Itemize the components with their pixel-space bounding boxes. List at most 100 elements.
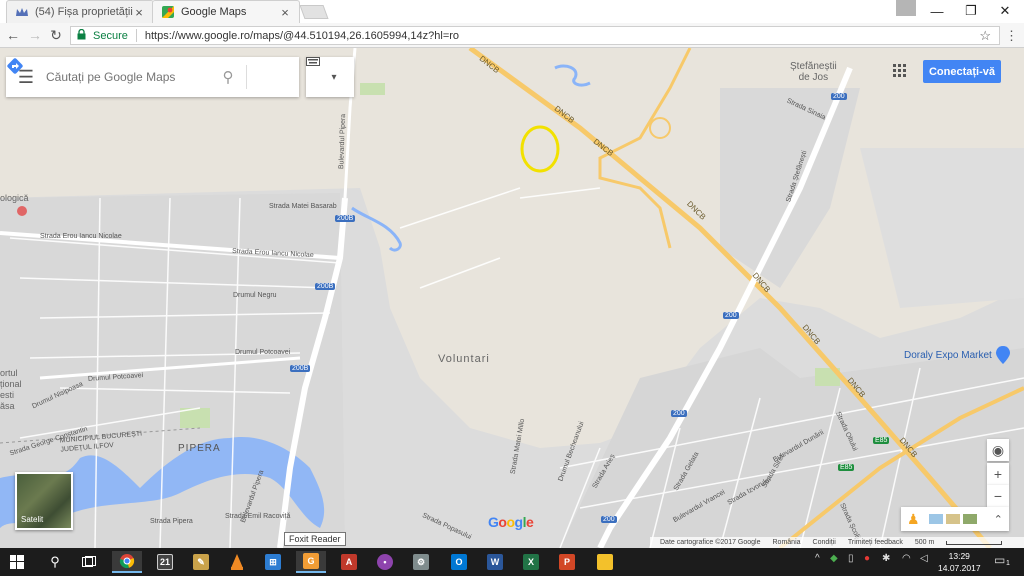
feedback-link[interactable]: Trimiteți feedback xyxy=(848,539,903,546)
app-wrench-icon[interactable]: ⚙ xyxy=(406,551,436,573)
terms-link[interactable]: Condiții xyxy=(813,539,836,546)
pegman-icon[interactable]: ♟ xyxy=(907,511,920,528)
apps-grid-icon[interactable] xyxy=(893,64,909,80)
route-shield-200: 200 xyxy=(671,410,687,417)
restore-icon: ❐ xyxy=(965,3,977,18)
excel-icon[interactable]: X xyxy=(516,551,546,573)
restore-button[interactable]: ❐ xyxy=(954,0,988,22)
wifi-icon[interactable]: ◠ xyxy=(902,553,911,564)
layer-thumb-icon[interactable] xyxy=(962,514,977,524)
search-icon[interactable]: ⚲ xyxy=(216,68,240,86)
reload-button[interactable]: ↻ xyxy=(48,27,64,43)
vlc-icon[interactable] xyxy=(222,551,252,573)
store-icon[interactable]: ⊞ xyxy=(258,551,288,573)
forward-button[interactable]: → xyxy=(27,27,43,43)
place-label-voluntari[interactable]: Voluntari xyxy=(438,353,490,365)
search-box: ☰ ⚲ xyxy=(6,57,299,97)
my-location-button[interactable]: ◉ xyxy=(987,439,1009,461)
tray-battery-icon[interactable]: ▯ xyxy=(848,553,854,564)
satellite-label: Satelit xyxy=(21,515,44,524)
place-label-pipera[interactable]: PIPERA xyxy=(178,443,221,454)
route-shield-200b: 200B xyxy=(335,215,356,222)
tab-google-maps[interactable]: Google Maps × xyxy=(152,0,300,23)
label-line: ăsa xyxy=(0,401,15,411)
satellite-toggle[interactable]: Satelit xyxy=(15,472,73,530)
outlook-icon[interactable]: O xyxy=(444,551,474,573)
route-shield-e85: E85 xyxy=(873,437,890,444)
map-canvas[interactable]: Ștefăneștii de Jos Voluntari PIPERA Dora… xyxy=(0,48,1024,548)
route-shield-200: 200 xyxy=(723,312,739,319)
back-button[interactable]: ← xyxy=(5,27,21,43)
word-icon[interactable]: W xyxy=(480,551,510,573)
browser-toolbar: ← → ↻ Secure https://www.google.ro/maps/… xyxy=(0,23,1024,48)
google-logo: Google xyxy=(488,514,534,530)
layer-thumb-icon[interactable] xyxy=(928,514,943,524)
scale-bar xyxy=(946,540,1003,545)
volume-icon[interactable]: ◁ xyxy=(920,553,928,564)
file-explorer-icon[interactable] xyxy=(590,551,620,573)
zoom-out-button[interactable]: − xyxy=(987,485,1009,507)
show-hidden-icons-icon[interactable]: ^ xyxy=(815,553,820,564)
close-tab-icon[interactable]: × xyxy=(133,5,145,20)
minimize-button[interactable]: — xyxy=(920,0,954,22)
sign-in-button[interactable]: Conectați-vă xyxy=(923,60,1001,83)
place-label-doraly[interactable]: Doraly Expo Market xyxy=(904,350,992,361)
tab-strip: (54) Fișa proprietății CP3 × Google Maps… xyxy=(0,0,1024,23)
route-shield-200: 200 xyxy=(601,516,617,523)
app-pencil-icon[interactable]: ✎ xyxy=(186,551,216,573)
tab-title: Google Maps xyxy=(181,6,247,18)
expand-up-icon[interactable]: ⌃ xyxy=(994,513,1003,526)
close-window-button[interactable]: ✕ xyxy=(988,0,1022,22)
profile-icon[interactable] xyxy=(896,0,916,16)
place-label-stefanesti[interactable]: Ștefăneștii de Jos xyxy=(790,61,837,83)
action-center-icon[interactable]: ▭ xyxy=(994,553,1005,567)
crown-icon xyxy=(15,5,29,19)
place-label-ologica[interactable]: ologică xyxy=(0,193,29,203)
task-view-icon[interactable] xyxy=(74,551,104,573)
layer-thumb-icon[interactable] xyxy=(945,514,960,524)
taskbar: ⚲ 21 ✎ ⊞ G A • ⚙ O W X P ^ ◆ ▯ ● ✱ ◠ ◁ 1… xyxy=(0,548,1024,576)
input-tools-button[interactable]: ▾ xyxy=(306,57,354,97)
address-bar[interactable]: Secure https://www.google.ro/maps/@44.51… xyxy=(70,26,1000,45)
divider xyxy=(135,29,137,42)
close-tab-icon[interactable]: × xyxy=(279,5,291,20)
maps-pin-icon[interactable]: • xyxy=(370,551,400,573)
place-label-ortul[interactable]: ortul țional esti ăsa xyxy=(0,368,22,412)
directions-icon[interactable] xyxy=(7,58,275,88)
label-line: țional xyxy=(0,379,22,389)
tab-property-sheet[interactable]: (54) Fișa proprietății CP3 × xyxy=(6,0,154,23)
route-shield-e85: E85 xyxy=(838,464,855,471)
chrome-taskbar-icon[interactable] xyxy=(112,551,142,573)
zoom-in-button[interactable]: + xyxy=(987,463,1009,485)
google-maps-icon xyxy=(161,5,175,19)
browser-menu-icon[interactable]: ⋮ xyxy=(1005,28,1018,44)
windows-start-icon[interactable] xyxy=(2,551,32,573)
scale-label[interactable]: 500 m xyxy=(915,539,934,546)
powerpoint-icon[interactable]: P xyxy=(552,551,582,573)
attribution-country[interactable]: România xyxy=(773,539,801,546)
acrobat-icon[interactable]: A xyxy=(334,551,364,573)
route-shield-200b: 200B xyxy=(315,283,336,290)
tray-app-icon[interactable]: ● xyxy=(864,553,870,564)
url-text[interactable]: https://www.google.ro/maps/@44.510194,26… xyxy=(145,30,459,42)
clock-time: 13:29 xyxy=(948,551,970,561)
bookmark-star-icon[interactable]: ☆ xyxy=(979,28,991,44)
attribution-data: Date cartografice ©2017 Google xyxy=(660,539,761,546)
minus-icon: − xyxy=(993,488,1003,504)
calendar-icon[interactable]: 21 xyxy=(150,551,180,573)
plus-icon: + xyxy=(993,466,1003,482)
new-tab-button[interactable] xyxy=(299,5,329,19)
search-input[interactable] xyxy=(46,70,216,84)
search-icon[interactable]: ⚲ xyxy=(40,551,70,573)
divider xyxy=(246,65,247,89)
tray-bluetooth-icon[interactable]: ✱ xyxy=(882,553,890,564)
tray-shield-icon[interactable]: ◆ xyxy=(830,553,838,564)
street-label: Strada Matei Basarab xyxy=(269,203,337,210)
taskbar-clock[interactable]: 13:29 14.07.2017 xyxy=(938,550,981,574)
label-line: Ștefăneștii xyxy=(790,61,837,72)
tab-title: (54) Fișa proprietății CP3 xyxy=(35,6,133,18)
layers-bar: ♟ ⌃ xyxy=(901,507,1009,531)
foxit-reader-icon[interactable]: G xyxy=(296,551,326,573)
location-target-icon: ◉ xyxy=(991,441,1005,458)
street-label: Drumul Potcoavei xyxy=(235,349,291,356)
